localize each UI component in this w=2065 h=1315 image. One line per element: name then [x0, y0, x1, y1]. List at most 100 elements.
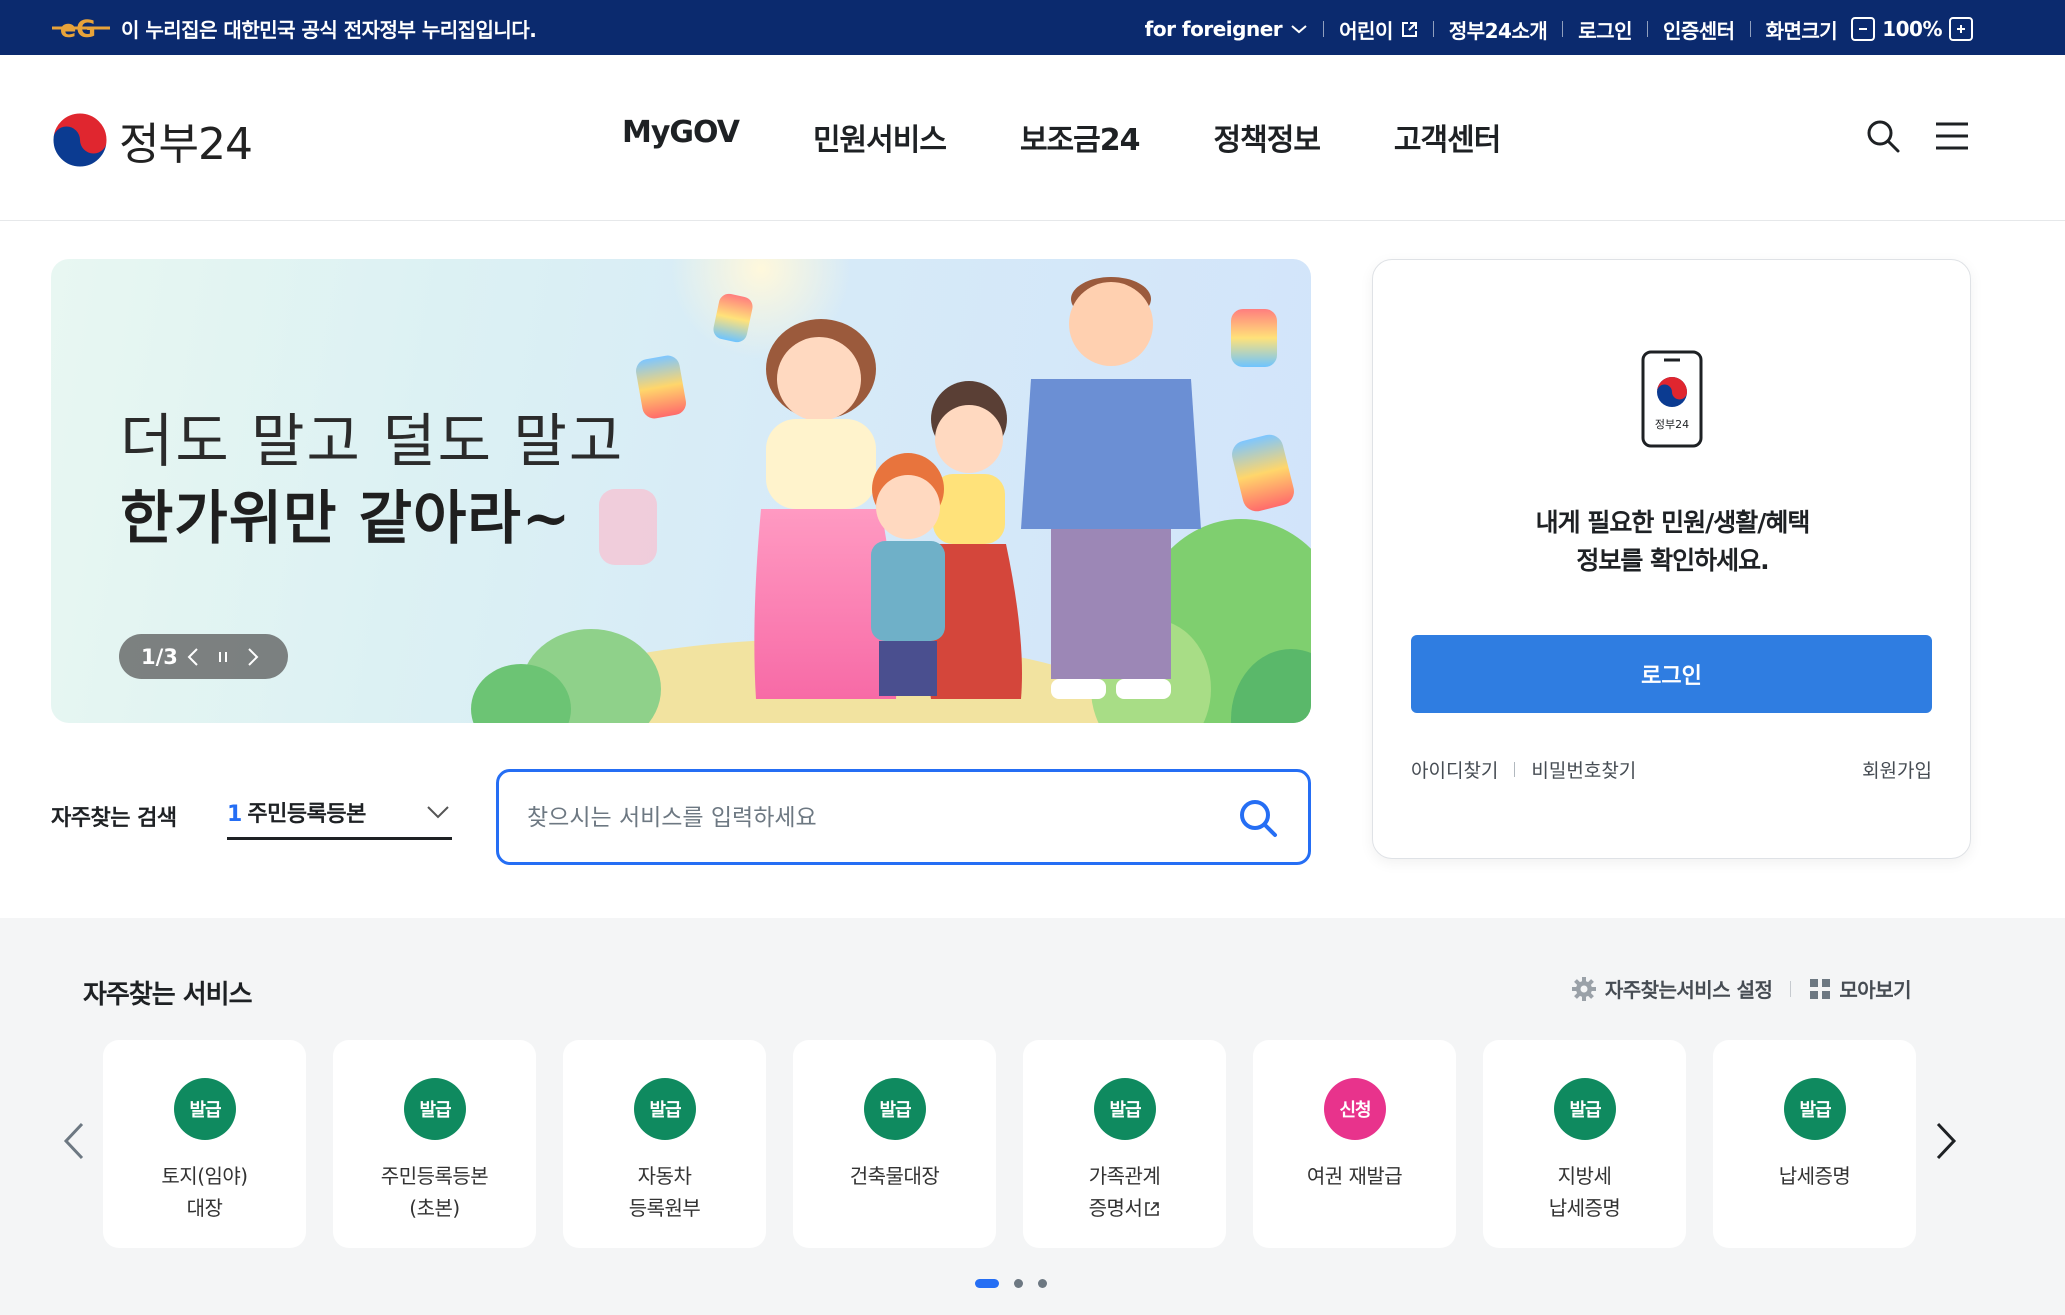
- divider: [1646, 21, 1648, 37]
- site-logo[interactable]: 정부24: [51, 108, 253, 172]
- service-card[interactable]: 발급 지방세 납세증명: [1483, 1040, 1686, 1248]
- service-name: 여권 재발급: [1306, 1164, 1403, 1188]
- find-password-link[interactable]: 비밀번호찾기: [1531, 756, 1636, 783]
- external-link-icon: [1145, 1202, 1160, 1216]
- login-message-line2: 정보를 확인하세요.: [1576, 546, 1769, 575]
- gov-banner-text: 이 누리집은 대한민국 공식 전자정부 누리집입니다.: [121, 18, 537, 42]
- divider: [1790, 980, 1792, 997]
- apply-badge: 신청: [1324, 1078, 1386, 1140]
- main-search-box: [496, 769, 1311, 865]
- service-name: 자동차 등록원부: [628, 1164, 701, 1220]
- login-button[interactable]: 로그인: [1411, 635, 1932, 713]
- service-name: 지방세 납세증명: [1548, 1164, 1621, 1220]
- for-foreigner-label: for foreigner: [1144, 17, 1283, 41]
- hero-next-button[interactable]: [238, 642, 268, 672]
- service-name: 가족관계 증명서: [1023, 1160, 1226, 1224]
- svg-text:eG: eG: [60, 15, 96, 43]
- service-card[interactable]: 발급 건축물대장: [793, 1040, 996, 1248]
- frequent-search-select[interactable]: 1 주민등록등본: [227, 796, 452, 840]
- search-icon[interactable]: [1865, 118, 1901, 154]
- services-next-button[interactable]: [1935, 1122, 1957, 1160]
- divider: [1323, 21, 1325, 37]
- page-dot[interactable]: [1014, 1279, 1023, 1288]
- about-gov24-link[interactable]: 정부24소개: [1449, 15, 1548, 44]
- cert-center-link[interactable]: 인증센터: [1663, 15, 1735, 44]
- chevron-down-icon: [1291, 25, 1307, 34]
- frequent-search-rank: 1: [227, 802, 243, 827]
- service-card[interactable]: 신청 여권 재발급: [1253, 1040, 1456, 1248]
- utility-menu: for foreigner 어린이 정부24소개 로그인 인증센터 화면크기 1…: [1145, 12, 1973, 46]
- chevron-down-icon: [427, 806, 449, 819]
- page-dot[interactable]: [1038, 1279, 1047, 1288]
- issue-badge: 발급: [174, 1078, 236, 1140]
- divider: [1432, 21, 1434, 37]
- issue-badge: 발급: [1094, 1078, 1156, 1140]
- divider: [1749, 21, 1751, 37]
- services-tools: 자주찾는서비스 설정 모아보기: [1571, 974, 1911, 1003]
- hero-page-indicator: 1/3: [141, 644, 178, 669]
- frequent-services-section: 자주찾는 서비스 자주찾는서비스 설정 모아보기 발급 토지(임야) 대장 발급…: [0, 918, 2065, 1315]
- account-links: 아이디찾기 비밀번호찾기: [1411, 756, 1636, 783]
- zoom-in-button[interactable]: [1949, 17, 1973, 41]
- hero-banner[interactable]: 더도 말고 덜도 말고 한가위만 같아라~ 1/3: [51, 259, 1311, 723]
- service-card[interactable]: 발급 자동차 등록원부: [563, 1040, 766, 1248]
- hero-headline-2: 한가위만 같아라~: [120, 484, 572, 552]
- nav-customer-center[interactable]: 고객센터: [1394, 115, 1501, 159]
- sign-up-link[interactable]: 회원가입: [1862, 756, 1932, 783]
- nav-mygov[interactable]: MyGOV: [622, 115, 740, 159]
- logo-text: 정부24: [119, 119, 253, 170]
- app-icon-label: 정부24: [1655, 418, 1689, 431]
- divider: [1514, 762, 1516, 777]
- nav-policy-info[interactable]: 정책정보: [1214, 115, 1321, 159]
- top-login-link[interactable]: 로그인: [1578, 15, 1632, 44]
- egov-logo-icon: eG: [52, 15, 110, 43]
- mobile-app-icon: 정부24: [1641, 350, 1703, 448]
- service-name: 건축물대장: [849, 1164, 940, 1188]
- service-card[interactable]: 발급 납세증명: [1713, 1040, 1916, 1248]
- find-id-link[interactable]: 아이디찾기: [1411, 756, 1498, 783]
- nav-subsidy24[interactable]: 보조금24: [1020, 115, 1141, 159]
- for-foreigner-link[interactable]: for foreigner: [1145, 17, 1308, 41]
- divider: [1562, 21, 1564, 37]
- main-search-input[interactable]: [527, 794, 1207, 842]
- hero-headline-1: 더도 말고 덜도 말고: [120, 407, 625, 475]
- hamburger-menu-icon[interactable]: [1935, 121, 1969, 151]
- external-link-icon: [1401, 21, 1417, 37]
- service-name: 토지(임야) 대장: [161, 1164, 248, 1220]
- services-settings-button[interactable]: 자주찾는서비스 설정: [1571, 974, 1773, 1003]
- services-prev-button[interactable]: [63, 1122, 85, 1160]
- issue-badge: 발급: [1554, 1078, 1616, 1140]
- kids-link[interactable]: 어린이: [1339, 15, 1418, 44]
- service-card[interactable]: 발급 토지(임야) 대장: [103, 1040, 306, 1248]
- services-list: 발급 토지(임야) 대장 발급 주민등록등본 (초본) 발급 자동차 등록원부 …: [103, 1040, 1916, 1248]
- frequent-search-value: 주민등록등본: [247, 802, 366, 827]
- services-settings-label: 자주찾는서비스 설정: [1604, 978, 1773, 1002]
- gov-banner: eG 이 누리집은 대한민국 공식 전자정부 누리집입니다. for forei…: [0, 0, 2065, 55]
- plus-icon: [1957, 25, 1965, 33]
- taegeuk-logo-icon: [52, 112, 108, 168]
- view-all-button[interactable]: 모아보기: [1809, 974, 1911, 1003]
- login-card: 정부24 내게 필요한 민원/생활/혜택 정보를 확인하세요. 로그인 아이디찾…: [1372, 259, 1971, 859]
- page-dot-active[interactable]: [975, 1279, 999, 1288]
- login-message: 내게 필요한 민원/생활/혜택 정보를 확인하세요.: [1373, 504, 1972, 580]
- frequent-search-label: 자주찾는 검색: [51, 806, 177, 831]
- nav-civil-services[interactable]: 민원서비스: [813, 115, 947, 159]
- pause-icon: [218, 651, 227, 662]
- hero-prev-button[interactable]: [178, 642, 208, 672]
- chevron-right-icon: [248, 647, 259, 666]
- issue-badge: 발급: [864, 1078, 926, 1140]
- services-pagination: [975, 1279, 1047, 1288]
- hero-pager: 1/3: [119, 634, 288, 679]
- zoom-level: 100%: [1882, 17, 1942, 41]
- service-card[interactable]: 발급 가족관계 증명서: [1023, 1040, 1226, 1248]
- search-icon[interactable]: [1238, 798, 1278, 838]
- service-card[interactable]: 발급 주민등록등본 (초본): [333, 1040, 536, 1248]
- kids-label: 어린이: [1339, 18, 1393, 43]
- issue-badge: 발급: [634, 1078, 696, 1140]
- main-navigation: MyGOV 민원서비스 보조금24 정책정보 고객센터: [622, 115, 1501, 159]
- issue-badge: 발급: [1784, 1078, 1846, 1140]
- hero-pause-button[interactable]: [208, 642, 238, 672]
- grid-icon: [1810, 978, 1831, 999]
- zoom-out-button[interactable]: [1851, 17, 1876, 41]
- frequent-services-title: 자주찾는 서비스: [83, 980, 252, 1010]
